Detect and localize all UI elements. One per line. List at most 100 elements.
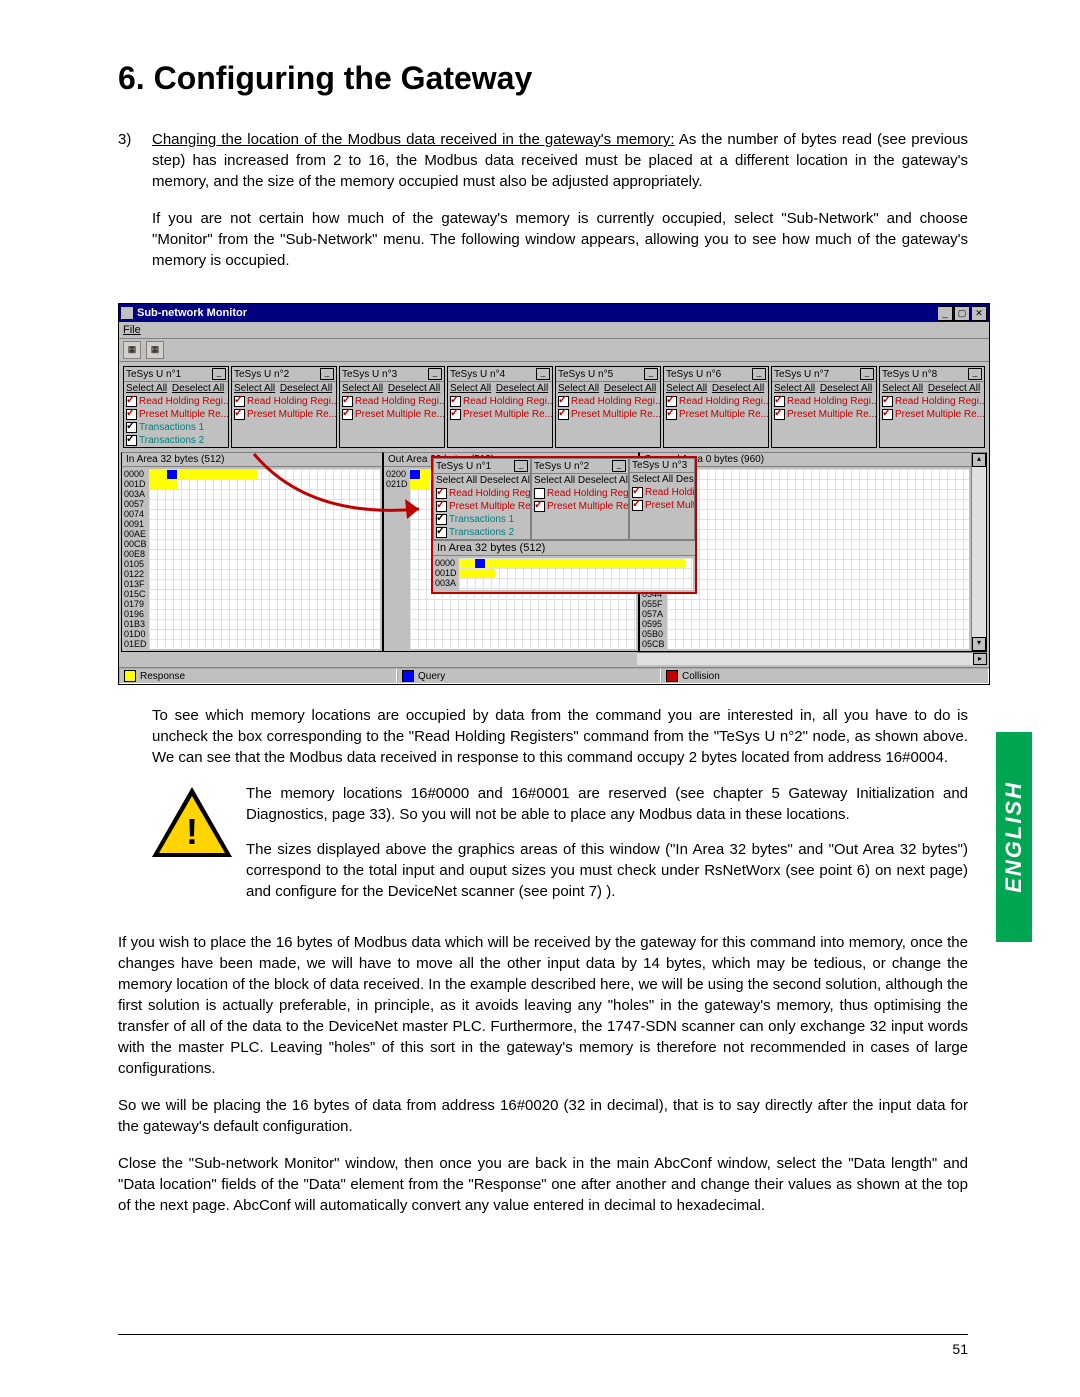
checkbox-icon[interactable] — [558, 409, 569, 420]
minimize-icon[interactable]: _ — [968, 368, 982, 380]
inset-read-holding: Read Holding Regi... — [547, 488, 628, 499]
horizontal-scrollbar[interactable]: ▸ — [637, 652, 987, 665]
scroll-up-button[interactable]: ▴ — [972, 453, 986, 467]
minimize-button[interactable]: _ — [937, 306, 953, 321]
toolbar-button-2[interactable]: ▦ — [146, 341, 164, 359]
node-item: Preset Multiple Re... — [355, 409, 444, 420]
minimize-icon[interactable]: _ — [536, 368, 550, 380]
node-title: TeSys U n°1 — [126, 369, 212, 380]
node-title: TeSys U n°4 — [450, 369, 536, 380]
select-all-link: Select All — [882, 383, 923, 394]
deselect-all-link: Deselect All — [172, 383, 224, 394]
node-item: Preset Multiple Re... — [679, 409, 768, 420]
checkbox-icon[interactable] — [342, 409, 353, 420]
inset-node-2-links[interactable]: Select All Deselect All — [532, 474, 628, 487]
address-label: 0000 — [124, 469, 147, 479]
address-label: 00E8 — [124, 549, 147, 559]
checkbox-icon[interactable] — [126, 435, 137, 446]
minimize-icon[interactable]: _ — [212, 368, 226, 380]
minimize-icon[interactable]: _ — [860, 368, 874, 380]
inset-node-1-title: TeSys U n°1 — [436, 461, 514, 472]
address-label: 00CB — [124, 539, 147, 549]
minimize-icon[interactable]: _ — [752, 368, 766, 380]
maximize-button[interactable]: ▢ — [954, 306, 970, 321]
app-icon — [121, 307, 133, 319]
minimize-icon[interactable]: _ — [644, 368, 658, 380]
warning-text-2: The sizes displayed above the graphics a… — [246, 839, 968, 902]
checkbox-icon[interactable] — [774, 396, 785, 407]
address-label: 001D — [435, 568, 457, 578]
select-all-link: Select All — [450, 383, 491, 394]
checkbox-icon[interactable] — [666, 396, 677, 407]
checkbox-icon[interactable] — [882, 396, 893, 407]
minimize-icon[interactable]: _ — [514, 460, 528, 472]
scroll-down-button[interactable]: ▾ — [972, 637, 986, 651]
menubar[interactable]: File — [119, 322, 989, 339]
node-item: Preset Multiple Re... — [463, 409, 552, 420]
node-title: TeSys U n°7 — [774, 369, 860, 380]
address-label: 0179 — [124, 599, 147, 609]
node-title: TeSys U n°8 — [882, 369, 968, 380]
address-label: 01ED — [124, 639, 147, 649]
inset-area-title: In Area 32 bytes (512) — [433, 541, 695, 556]
address-label: 0000 — [435, 558, 457, 568]
warning-icon: ! — [152, 787, 232, 857]
status-collision: Collision — [682, 671, 720, 682]
checkbox-icon[interactable] — [558, 396, 569, 407]
checkbox-icon[interactable] — [126, 396, 137, 407]
after-window-text: To see which memory locations are occupi… — [152, 705, 968, 768]
step-lead: Changing the location of the Modbus data… — [152, 131, 675, 148]
toolbar-button-1[interactable]: ▦ — [123, 341, 141, 359]
checkbox-icon[interactable] — [882, 409, 893, 420]
checkbox-icon[interactable] — [774, 409, 785, 420]
select-all-link: Select All — [666, 383, 707, 394]
menu-file[interactable]: File — [123, 324, 141, 336]
node-item: Read Holding Regi... — [139, 396, 228, 407]
deselect-all-link: Deselect All — [496, 383, 548, 394]
vertical-scrollbar[interactable]: ▴ ▾ — [971, 453, 986, 651]
node-transaction: Transactions 1 — [139, 422, 204, 433]
checkbox-icon[interactable] — [666, 409, 677, 420]
checkbox-icon[interactable] — [450, 409, 461, 420]
checkbox-icon[interactable] — [534, 488, 545, 499]
node-item: Preset Multiple Re... — [571, 409, 660, 420]
inset-read-holding: Read Holdin — [645, 487, 694, 498]
subnetwork-monitor-window: Sub-network Monitor _ ▢ ✕ File ▦ ▦ TeSys… — [118, 303, 990, 685]
red-arrow-icon — [249, 449, 439, 529]
inset-preset-multiple: Preset Multiple Re... — [449, 501, 530, 512]
checkbox-icon[interactable] — [234, 396, 245, 407]
inset-read-holding: Read Holding Regi... — [449, 488, 530, 499]
paragraph-3: Close the "Sub-network Monitor" window, … — [118, 1153, 968, 1216]
minimize-icon[interactable]: _ — [428, 368, 442, 380]
checkbox-icon[interactable] — [534, 501, 545, 512]
close-button[interactable]: ✕ — [971, 306, 987, 321]
node-item: Read Holding Regi... — [895, 396, 984, 407]
node-item: Read Holding Regi... — [787, 396, 876, 407]
minimize-icon[interactable]: _ — [320, 368, 334, 380]
scroll-right-button[interactable]: ▸ — [973, 653, 987, 665]
checkbox-icon[interactable] — [632, 487, 643, 498]
inset-node-3-title: TeSys U n°3 — [632, 460, 692, 471]
node-item: Preset Multiple Re... — [895, 409, 984, 420]
address-label: 013F — [124, 579, 147, 589]
node-item: Read Holding Regi... — [679, 396, 768, 407]
checkbox-icon[interactable] — [234, 409, 245, 420]
deselect-all-link: Deselect All — [388, 383, 440, 394]
checkbox-icon[interactable] — [342, 396, 353, 407]
inset-node-3-links[interactable]: Select All Dese — [630, 473, 694, 486]
inset-node-1-links[interactable]: Select All Deselect All — [434, 474, 530, 487]
select-all-link: Select All — [558, 383, 599, 394]
page-number: 51 — [952, 1341, 968, 1357]
checkbox-icon[interactable] — [450, 396, 461, 407]
node-item: Read Holding Regi... — [355, 396, 444, 407]
address-label: 0196 — [124, 609, 147, 619]
checkbox-icon[interactable] — [632, 500, 643, 511]
select-all-link: Select All — [342, 383, 383, 394]
address-label: 05CB — [642, 639, 665, 649]
checkbox-icon[interactable] — [126, 422, 137, 433]
step-number: 3) — [118, 129, 152, 287]
checkbox-icon[interactable] — [126, 409, 137, 420]
address-label: 003A — [124, 489, 147, 499]
address-label: 003A — [435, 578, 457, 588]
minimize-icon[interactable]: _ — [612, 460, 626, 472]
